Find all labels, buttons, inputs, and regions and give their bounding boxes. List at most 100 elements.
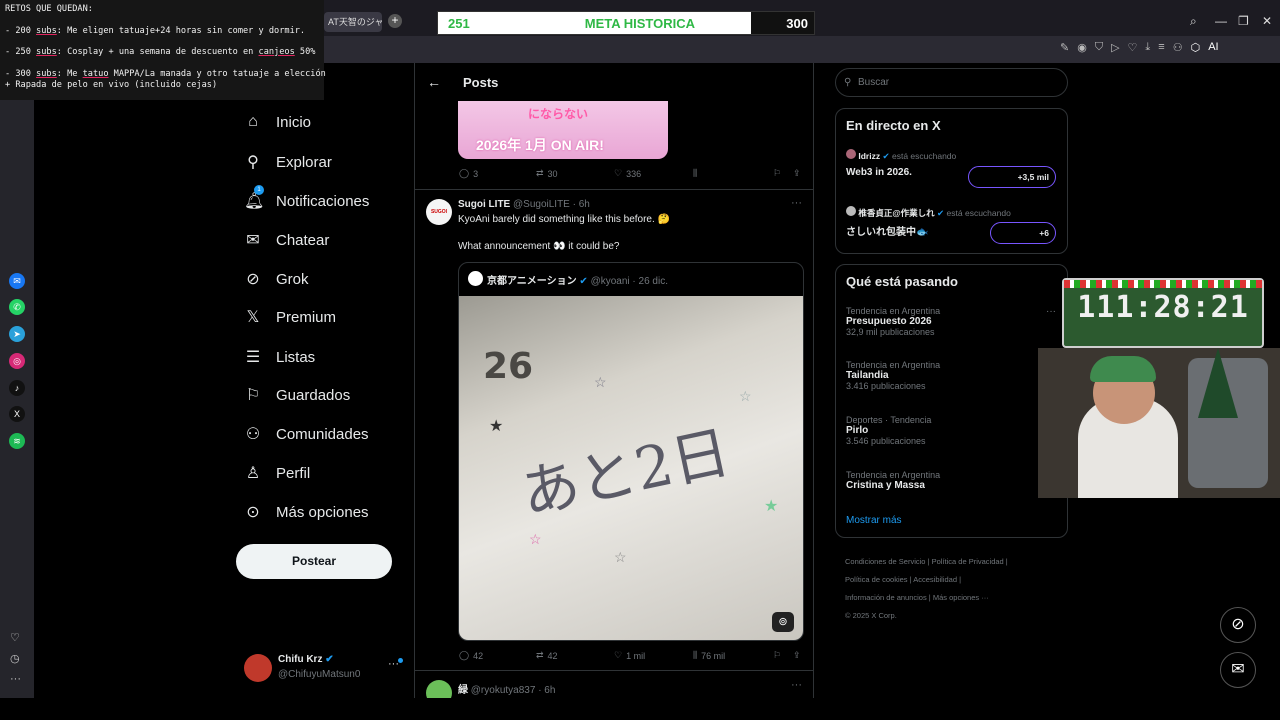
search-icon[interactable]: ⌕ (1190, 14, 1197, 29)
x-icon[interactable]: X (9, 406, 25, 422)
nav-inicio[interactable]: ⌂ Inicio (244, 113, 311, 131)
mail-icon: ✉ (1231, 661, 1245, 678)
nav-comunidades[interactable]: ⚇ Comunidades (244, 424, 369, 444)
shield-icon[interactable]: ⛉ (1095, 41, 1103, 54)
tweet-author[interactable]: 緑 @ryokutya837 · 6h (458, 681, 555, 696)
live-space-2-user[interactable]: 椎香貞正@作業しれ ✔ está escuchando (846, 206, 1011, 219)
history-icon[interactable]: ◷ (10, 652, 20, 665)
more-icon[interactable]: ··· (10, 673, 21, 685)
nav-mas-opciones[interactable]: ⊙ Más opciones (244, 502, 368, 522)
browser-tab[interactable]: AT天智のジャ (324, 12, 382, 32)
extension-icon[interactable]: ⬡ (1191, 41, 1201, 54)
camera-icon[interactable]: ◉ (1077, 41, 1087, 54)
bookmark-icon[interactable]: ⚐ (773, 168, 781, 179)
views-button[interactable]: ⫼ 76 mil (693, 650, 725, 661)
quote-image[interactable]: 26 あと2日 ☆ ☆ ★ ★ ☆ ☆ ⊚ (459, 296, 803, 640)
ai-button[interactable]: AI (1208, 41, 1218, 54)
reply-button[interactable]: ◯ 42 (459, 650, 483, 661)
live-space-1-user[interactable]: Idrizz ✔ está escuchando (846, 149, 956, 162)
heart-icon[interactable]: ♡ (10, 631, 20, 644)
home-icon: ⌂ (248, 113, 258, 130)
user-icon[interactable]: ⚇ (1173, 41, 1183, 54)
download-icon[interactable]: ⤓ (1145, 41, 1150, 54)
trends-title: Qué está pasando (846, 274, 958, 289)
live-space-1-title[interactable]: Web3 in 2026. (846, 167, 912, 178)
reply-button[interactable]: ◯ 3 (459, 168, 478, 179)
goal-item: - 300 subs: Me tatuo MAPPA/La manada y o… (5, 69, 326, 79)
live-listeners-1[interactable]: +3,5 mil (968, 166, 1056, 188)
nav-explorar[interactable]: ⚲ Explorar (244, 152, 332, 172)
live-listeners-2[interactable]: +6 (990, 222, 1056, 244)
subathon-timer: 111:28:21 (1062, 278, 1264, 348)
messenger-icon[interactable]: ✉ (9, 273, 25, 289)
like-button[interactable]: ♡ 1 mil (614, 650, 645, 661)
live-space-2-title[interactable]: さしいれ包装中🐟 (846, 223, 928, 238)
more-options-link[interactable]: Más opciones ··· (933, 593, 989, 602)
trend-item[interactable]: Tendencia en Argentina Cristina y Massa (846, 470, 940, 491)
instagram-icon[interactable]: ◎ (9, 353, 25, 369)
star-icon: ☆ (529, 531, 542, 547)
tweet-author[interactable]: Sugoi LITE @SugoiLITE · 6h (458, 199, 590, 210)
x-logo-icon: 𝕏 (246, 309, 260, 326)
privacy-link[interactable]: Política de Privacidad (932, 557, 1004, 566)
heart-icon[interactable]: ♡ (1128, 41, 1138, 54)
trend-item[interactable]: Tendencia en Argentina Presupuesto 2026 32… (846, 306, 940, 337)
tweet-more-icon[interactable]: ··· (791, 197, 802, 209)
nav-grok[interactable]: ⊘ Grok (244, 269, 308, 289)
spotify-icon[interactable]: ≋ (9, 433, 25, 449)
nav-perfil[interactable]: ♙ Perfil (244, 463, 310, 483)
tweet-more-icon[interactable]: ··· (791, 679, 802, 691)
nav-premium[interactable]: 𝕏 Premium (244, 307, 336, 327)
repost-icon: ⇄ (536, 168, 544, 178)
new-tab-button[interactable]: + (388, 14, 402, 28)
nav-notificaciones[interactable]: 🔔︎ 1 Notificaciones (244, 185, 369, 211)
tiktok-icon[interactable]: ♪ (9, 380, 25, 396)
gif-icon[interactable]: ⊚ (772, 612, 794, 632)
bookmark-icon[interactable]: ⚐ (773, 650, 781, 661)
repost-button[interactable]: ⇄ 42 (536, 650, 558, 661)
minimize-icon[interactable]: — (1215, 14, 1227, 28)
trend-item[interactable]: Deportes · Tendencia Pirlo 3.546 publicaci… (846, 415, 931, 446)
avatar (846, 206, 856, 216)
edit-icon[interactable]: ✎ (1060, 41, 1069, 54)
nav-chatear[interactable]: ✉ Chatear (244, 230, 329, 250)
whatsapp-icon[interactable]: ✆ (9, 299, 25, 315)
bottom-bar (0, 698, 1280, 720)
account-switcher[interactable]: Chifu Krz ✔ @ChifuyuMatsun0 ··· (244, 652, 414, 686)
avatar[interactable] (426, 680, 452, 698)
repost-button[interactable]: ⇄ 30 (536, 168, 558, 179)
nav-listas[interactable]: ☰ Listas (244, 347, 315, 367)
nav-guardados[interactable]: ⚐ Guardados (244, 385, 350, 405)
terms-link[interactable]: Condiciones de Servicio (845, 557, 925, 566)
trend-item[interactable]: Tendencia en Argentina Tailandia 3.416 pub… (846, 360, 940, 391)
search-input[interactable]: ⚲ Buscar (835, 68, 1068, 97)
like-button[interactable]: ♡ 336 (614, 168, 641, 179)
views-icon[interactable]: ⫼ (693, 168, 697, 179)
grok-fab[interactable]: ⊘ (1220, 607, 1256, 643)
trend-more-icon[interactable]: ··· (1046, 306, 1056, 317)
show-more-link[interactable]: Mostrar más (846, 515, 902, 526)
maximize-icon[interactable]: ❐ (1238, 14, 1249, 28)
telegram-icon[interactable]: ➤ (9, 326, 25, 342)
back-arrow-icon[interactable]: ← (427, 74, 441, 90)
share-icon[interactable]: ⇪ (793, 168, 801, 179)
messages-fab[interactable]: ✉ (1220, 652, 1256, 688)
extension-toolbar: ✎ ◉ ⛉ ▷ ♡ ⤓ ≡ ⚇ ⬡ AI (1060, 41, 1219, 54)
play-icon[interactable]: ▷ (1111, 41, 1119, 54)
live-title: En directo en X (846, 118, 941, 133)
feed-column: ← Posts にならない 2026年 1月 ON AIR! ◯ 3 ⇄ 30 ♡ 3… (414, 63, 814, 698)
quote-tweet[interactable]: 京都アニメーション ✔ @kyoani · 26 dic. 26 あと2日 ☆ … (458, 262, 804, 641)
menu-icon[interactable]: ≡ (1158, 41, 1164, 54)
ads-info-link[interactable]: Información de anuncios (845, 593, 927, 602)
close-icon[interactable]: ✕ (1262, 14, 1272, 28)
share-icon[interactable]: ⇪ (793, 650, 801, 661)
grok-icon: ⊘ (1231, 616, 1245, 633)
post-button[interactable]: Postear (236, 544, 392, 579)
avatar[interactable]: SUGOI (426, 199, 452, 225)
list-icon: ☰ (245, 349, 261, 366)
previous-post-image[interactable]: にならない 2026年 1月 ON AIR! (458, 101, 668, 159)
cookies-link[interactable]: Política de cookies (845, 575, 908, 584)
accessibility-link[interactable]: Accesibilidad (913, 575, 957, 584)
copyright: © 2025 X Corp. (845, 611, 897, 620)
gaming-chair (1188, 358, 1268, 488)
